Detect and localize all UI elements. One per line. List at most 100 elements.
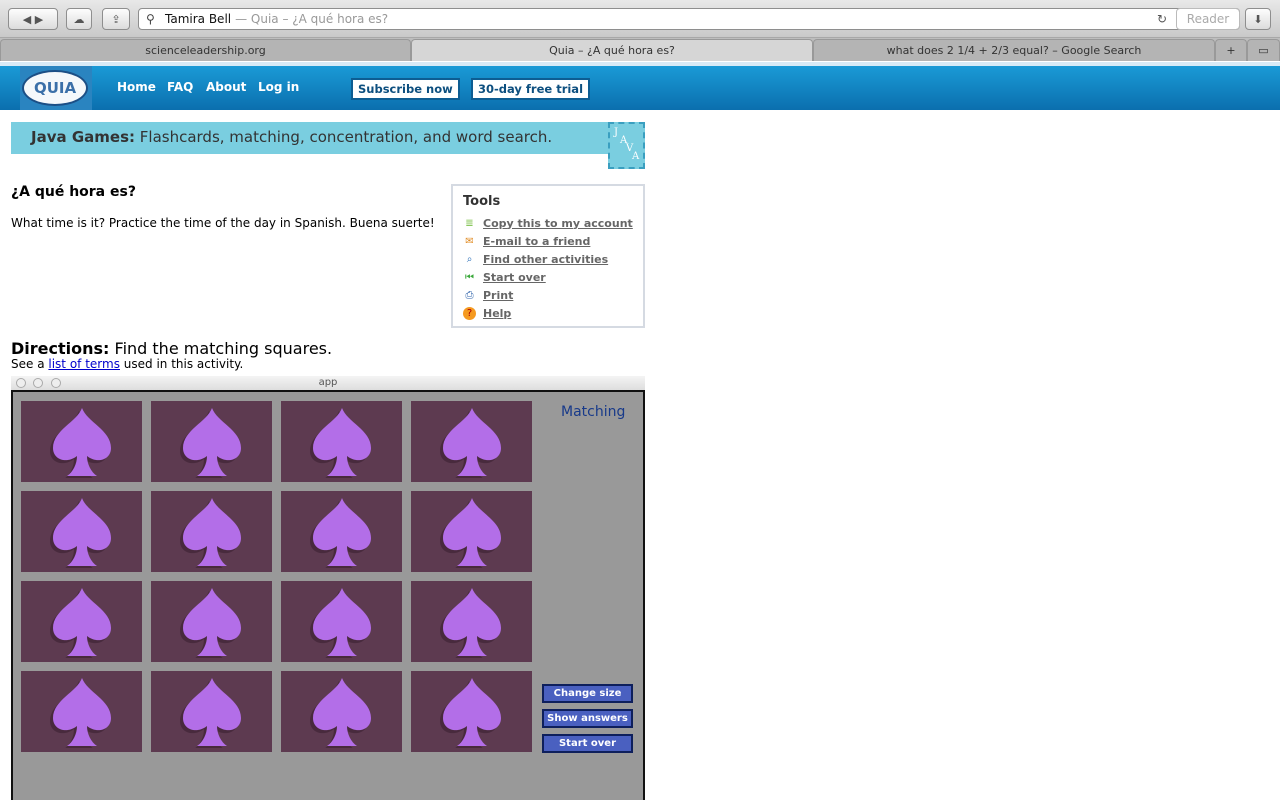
help-icon: ? — [463, 306, 476, 320]
game-card[interactable] — [151, 491, 272, 572]
tool-item[interactable]: ⌕ Find other activities — [463, 250, 633, 268]
java-badge: JAVA — [608, 122, 645, 169]
page-title: ¿A qué hora es? — [11, 184, 136, 200]
game-card[interactable] — [151, 401, 272, 482]
address-subtitle: — Quia – ¿A qué hora es? — [235, 12, 389, 26]
free-trial-button[interactable]: 30-day free trial — [471, 78, 591, 100]
spade-icon — [49, 497, 111, 568]
game-card[interactable] — [151, 581, 272, 662]
game-card[interactable] — [411, 491, 532, 572]
spade-icon — [49, 677, 111, 748]
start-over-button[interactable]: Start over — [542, 734, 633, 753]
spade-icon — [309, 497, 371, 568]
tab-bar: scienceleadership.org Quia – ¿A qué hora… — [0, 38, 1280, 61]
tool-item[interactable]: ⎙ Print — [463, 286, 633, 304]
game-card[interactable] — [151, 671, 272, 752]
game-card[interactable] — [411, 401, 532, 482]
game-card[interactable] — [21, 491, 142, 572]
copy-icon: ≣ — [465, 217, 474, 229]
spade-icon — [179, 497, 241, 568]
tool-item[interactable]: ≣ Copy this to my account — [463, 214, 633, 232]
game-card[interactable] — [281, 581, 402, 662]
tab-overview-icon[interactable]: ▭ — [1247, 39, 1280, 61]
back-forward-buttons[interactable]: ◀ ▶ — [8, 8, 58, 30]
tab-google-search[interactable]: what does 2 1/4 + 2/3 equal? – Google Se… — [813, 39, 1215, 61]
java-games-banner[interactable]: Java Games: Flashcards, matching, concen… — [11, 122, 645, 154]
banner-text: Flashcards, matching, concentration, and… — [139, 128, 553, 146]
spade-icon — [309, 587, 371, 658]
directions: Directions: Find the matching squares. — [11, 339, 332, 358]
terms-note: See a list of terms used in this activit… — [11, 357, 243, 371]
change-size-button[interactable]: Change size — [542, 684, 633, 703]
tool-link[interactable]: Copy this to my account — [483, 217, 633, 230]
window-minimize-button[interactable] — [33, 378, 43, 388]
rewind-icon: ⏮ — [465, 271, 474, 283]
nav-login[interactable]: Log in — [258, 80, 299, 94]
tab-scienceleadership[interactable]: scienceleadership.org — [0, 39, 411, 61]
spade-icon — [179, 407, 241, 478]
matching-game: Matching Change size Show answers Start … — [11, 390, 645, 800]
game-card[interactable] — [281, 671, 402, 752]
tools-heading: Tools — [463, 194, 501, 209]
game-card[interactable] — [411, 581, 532, 662]
tool-item[interactable]: ✉ E-mail to a friend — [463, 232, 633, 250]
app-titlebar: app — [11, 376, 645, 390]
spade-icon — [179, 677, 241, 748]
directions-label: Directions: — [11, 339, 110, 358]
list-of-terms-link[interactable]: list of terms — [48, 357, 120, 371]
nav-home[interactable]: Home — [117, 80, 156, 94]
address-bar[interactable]: ⚲ Tamira Bell — Quia – ¿A qué hora es? ↻… — [138, 8, 1240, 30]
browser-toolbar: ◀ ▶ ☁ ⇪ ⚲ Tamira Bell — Quia – ¿A qué ho… — [0, 0, 1280, 38]
printer-icon: ⎙ — [465, 289, 474, 301]
game-card[interactable] — [281, 401, 402, 482]
spade-icon — [49, 587, 111, 658]
game-card[interactable] — [281, 491, 402, 572]
game-title: Matching — [561, 404, 626, 420]
reload-icon[interactable]: ↻ — [1157, 12, 1167, 26]
activity-description: What time is it? Practice the time of th… — [11, 216, 435, 230]
spade-icon — [439, 407, 501, 478]
tab-quia[interactable]: Quia – ¿A qué hora es? — [411, 39, 813, 61]
banner-bold: Java Games: — [31, 128, 135, 146]
game-card[interactable] — [411, 671, 532, 752]
tool-link[interactable]: Print — [483, 289, 513, 302]
quia-logo[interactable]: QUIA — [20, 66, 92, 110]
spade-icon — [309, 407, 371, 478]
tool-link[interactable]: Find other activities — [483, 253, 608, 266]
window-close-button[interactable] — [16, 378, 26, 388]
share-icon[interactable]: ⇪ — [102, 8, 130, 30]
app-window-title: app — [318, 377, 338, 388]
spade-icon — [309, 677, 371, 748]
tool-link[interactable]: E-mail to a friend — [483, 235, 590, 248]
spade-icon — [439, 677, 501, 748]
game-card[interactable] — [21, 401, 142, 482]
tools-panel: Tools ≣ Copy this to my account ✉ E-mail to… — [451, 184, 645, 328]
spade-icon — [49, 407, 111, 478]
spade-icon — [179, 587, 241, 658]
spade-icon — [439, 587, 501, 658]
subscribe-button[interactable]: Subscribe now — [351, 78, 460, 100]
site-nav: QUIA Home FAQ About Log in Subscribe now… — [0, 62, 1280, 110]
tool-item[interactable]: ⏮ Start over — [463, 268, 633, 286]
directions-text: Find the matching squares. — [114, 339, 333, 358]
tool-link[interactable]: Start over — [483, 271, 546, 284]
nav-faq[interactable]: FAQ — [167, 80, 193, 94]
new-tab-icon[interactable]: + — [1215, 39, 1247, 61]
spade-icon — [439, 497, 501, 568]
search-icon: ⌕ — [466, 253, 473, 265]
window-zoom-button[interactable] — [51, 378, 61, 388]
game-card[interactable] — [21, 671, 142, 752]
tool-item[interactable]: ? Help — [463, 304, 633, 322]
address-title: Tamira Bell — [165, 12, 232, 26]
see-prefix: See a — [11, 357, 45, 371]
icloud-tabs-icon[interactable]: ☁ — [66, 8, 92, 30]
show-answers-button[interactable]: Show answers — [542, 709, 633, 728]
reader-button[interactable]: Reader — [1176, 8, 1240, 30]
see-suffix: used in this activity. — [123, 357, 244, 371]
tool-link[interactable]: Help — [483, 307, 511, 320]
game-card[interactable] — [21, 581, 142, 662]
email-person-icon: ✉ — [465, 235, 474, 247]
nav-about[interactable]: About — [206, 80, 246, 94]
downloads-icon[interactable]: ⬇ — [1245, 8, 1271, 30]
logo-text: QUIA — [22, 70, 88, 106]
